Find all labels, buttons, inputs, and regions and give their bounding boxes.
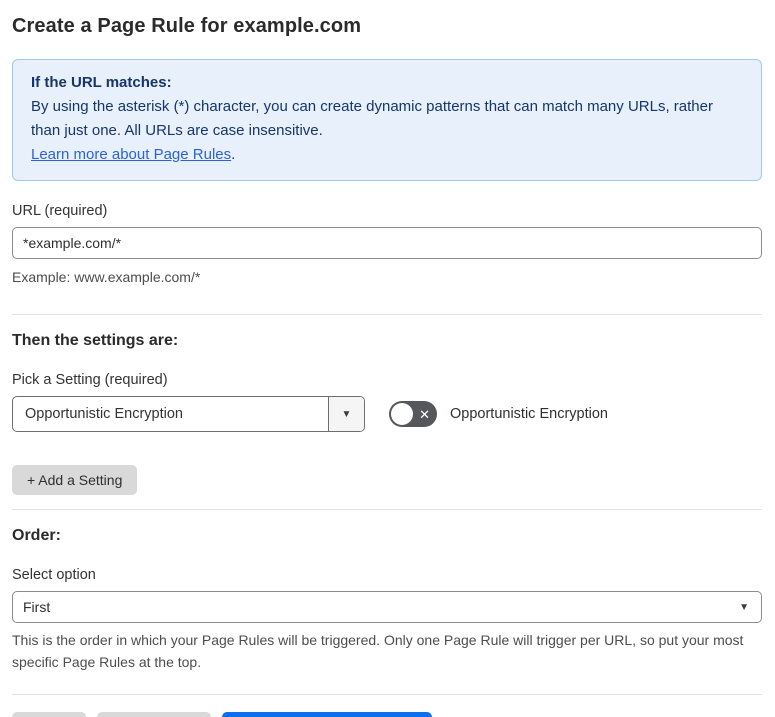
cancel-button[interactable]: Cancel [12,712,86,717]
setting-dropdown[interactable]: Opportunistic Encryption ▼ [12,396,365,432]
url-field-label: URL (required) [12,203,108,219]
divider [12,694,762,695]
order-select-label: Select option [12,567,96,583]
info-box-heading: If the URL matches: [31,74,172,91]
page-title: Create a Page Rule for example.com [12,15,362,37]
learn-more-link[interactable]: Learn more about Page Rules [31,146,231,163]
save-draft-button[interactable]: Save as Draft [96,712,212,717]
order-select-value: First [23,599,51,615]
url-matches-info-box: If the URL matches: By using the asteris… [12,59,762,181]
chevron-down-icon: ▼ [739,601,749,613]
toggle-knob [391,403,413,425]
pick-setting-label: Pick a Setting (required) [12,372,168,388]
footer-buttons: Cancel Save as Draft Save and Deploy Pag… [12,712,762,717]
url-example-helper: Example: www.example.com/* [12,269,201,285]
order-helper-text: This is the order in which your Page Rul… [12,632,744,670]
link-suffix: . [231,146,236,163]
add-setting-button[interactable]: + Add a Setting [12,465,138,495]
create-page-rule-panel: Create a Page Rule for example.com If th… [0,0,775,717]
settings-section-heading: Then the settings are: [12,332,179,349]
save-deploy-button[interactable]: Save and Deploy Page Rule [222,712,433,717]
setting-dropdown-value: Opportunistic Encryption [25,406,183,422]
divider [12,509,762,510]
info-box-body: By using the asterisk (*) character, you… [31,98,713,139]
order-section-heading: Order: [12,527,61,544]
info-box-link-line: Learn more about Page Rules. [31,143,743,167]
chevron-down-icon: ▼ [341,408,352,420]
toggle-label: Opportunistic Encryption [450,406,608,422]
setting-row: Opportunistic Encryption ▼ ✕ Opportunist… [12,396,762,432]
opportunistic-encryption-toggle[interactable]: ✕ [389,401,437,427]
toggle-off-x-icon: ✕ [419,406,430,422]
setting-dropdown-button[interactable]: ▼ [328,397,364,431]
url-input[interactable] [12,227,762,259]
divider [12,314,762,315]
order-select[interactable]: First ▼ [12,591,762,623]
